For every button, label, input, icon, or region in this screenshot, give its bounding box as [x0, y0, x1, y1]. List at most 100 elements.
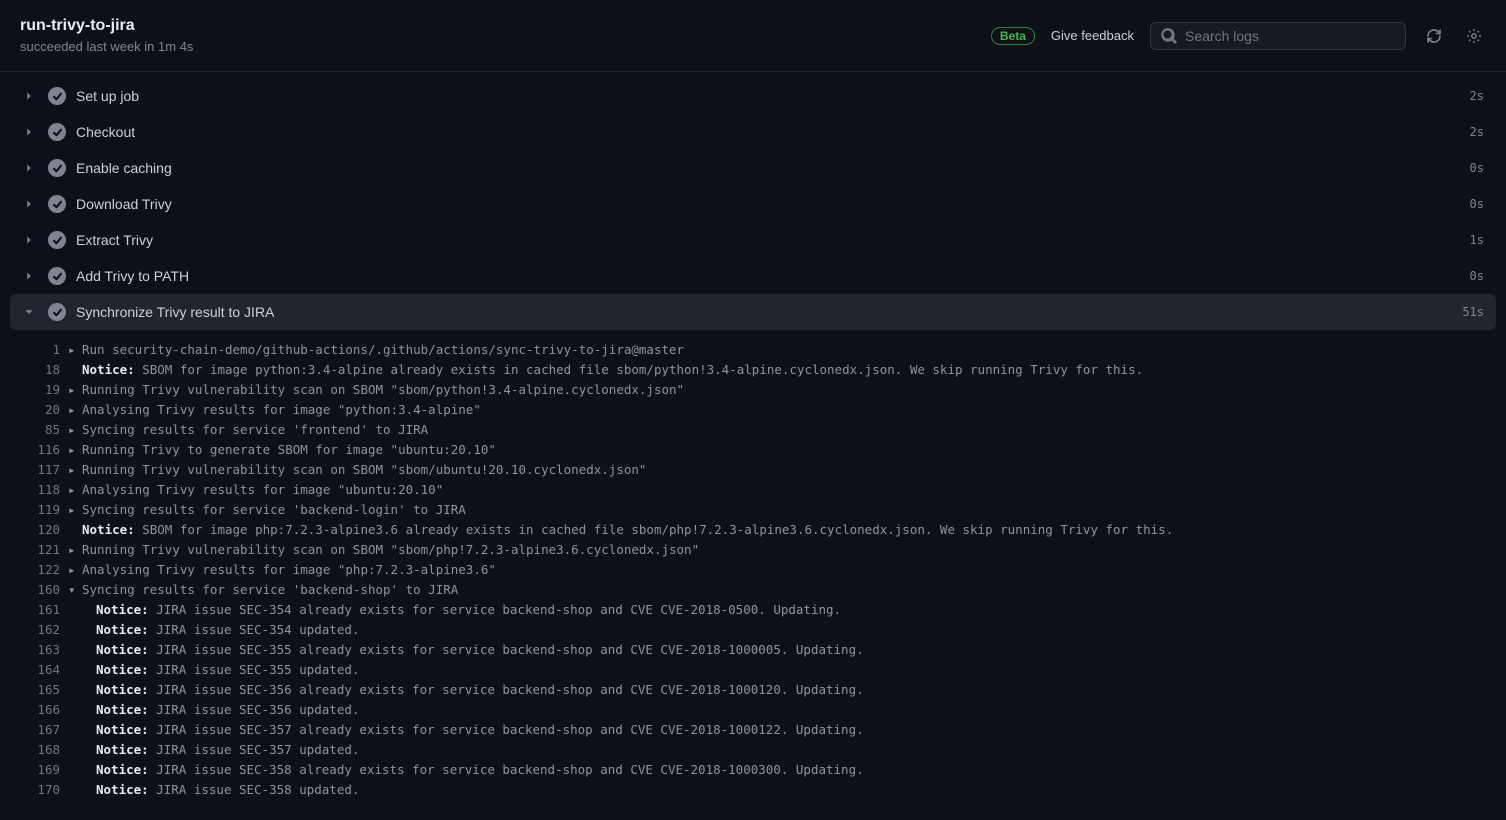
notice-label: Notice:: [96, 722, 149, 737]
triangle-down-icon[interactable]: ▾: [68, 580, 82, 600]
check-circle-icon: [48, 303, 66, 321]
gear-icon: [1466, 28, 1482, 44]
log-line: 122▸Analysing Trivy results for image "p…: [0, 560, 1506, 580]
triangle-right-icon[interactable]: ▸: [68, 500, 82, 520]
line-number: 18: [16, 360, 60, 380]
log-line: 163Notice: JIRA issue SEC-355 already ex…: [0, 640, 1506, 660]
chevron-right-icon: [22, 233, 38, 247]
log-text: Notice: SBOM for image php:7.2.3-alpine3…: [82, 520, 1173, 540]
chevron-right-icon: [22, 89, 38, 103]
step-row[interactable]: Checkout2s: [10, 114, 1496, 150]
page-title: run-trivy-to-jira: [20, 17, 193, 35]
search-logs-box[interactable]: [1150, 22, 1406, 50]
log-message: JIRA issue SEC-357 updated.: [149, 742, 360, 757]
log-message: JIRA issue SEC-358 updated.: [149, 782, 360, 797]
log-line: 116▸Running Trivy to generate SBOM for i…: [0, 440, 1506, 460]
beta-badge: Beta: [991, 27, 1035, 45]
triangle-right-icon[interactable]: ▸: [68, 420, 82, 440]
log-line: 165Notice: JIRA issue SEC-356 already ex…: [0, 680, 1506, 700]
log-line: 118 ▸Analysing Trivy results for image "u…: [0, 480, 1506, 500]
step-title: Add Trivy to PATH: [76, 268, 189, 284]
step-left: Set up job: [22, 87, 139, 105]
notice-label: Notice:: [96, 662, 149, 677]
give-feedback-link[interactable]: Give feedback: [1051, 28, 1134, 43]
step-duration: 51s: [1462, 305, 1484, 319]
line-number: 19: [16, 380, 60, 400]
step-row[interactable]: Enable caching0s: [10, 150, 1496, 186]
log-line: 170Notice: JIRA issue SEC-358 updated.: [0, 780, 1506, 800]
search-input[interactable]: [1185, 28, 1395, 44]
log-line: 168 Notice: JIRA issue SEC-357 updated.: [0, 740, 1506, 760]
notice-label: Notice:: [82, 362, 135, 377]
log-text: Syncing results for service 'backend-sho…: [82, 580, 458, 600]
log-text: Notice: JIRA issue SEC-358 updated.: [96, 780, 359, 800]
line-number: 121: [16, 540, 60, 560]
triangle-right-icon[interactable]: ▸: [68, 400, 82, 420]
log-text: Notice: JIRA issue SEC-355 updated.: [96, 660, 359, 680]
log-message: JIRA issue SEC-355 already exists for se…: [149, 642, 864, 657]
log-line: 166Notice: JIRA issue SEC-356 updated.: [0, 700, 1506, 720]
notice-label: Notice:: [82, 522, 135, 537]
log-text: Notice: JIRA issue SEC-355 already exist…: [96, 640, 864, 660]
chevron-right-icon: [22, 269, 38, 283]
sync-icon: [1426, 28, 1442, 44]
log-text: Analysing Trivy results for image "ubunt…: [82, 480, 443, 500]
step-left: Add Trivy to PATH: [22, 267, 189, 285]
triangle-right-icon[interactable]: ▸: [68, 480, 82, 500]
log-text: Running Trivy vulnerability scan on SBOM…: [82, 460, 646, 480]
notice-label: Notice:: [96, 762, 149, 777]
step-title: Set up job: [76, 88, 139, 104]
log-line: 85▸Syncing results for service 'frontend…: [0, 420, 1506, 440]
log-text: Analysing Trivy results for image "pytho…: [82, 400, 481, 420]
chevron-right-icon: [22, 197, 38, 211]
triangle-right-icon[interactable]: ▸: [68, 380, 82, 400]
log-line: 119▸Syncing results for service 'backend…: [0, 500, 1506, 520]
line-number: 165: [16, 680, 60, 700]
chevron-right-icon: [22, 125, 38, 139]
log-line: 19 ▸Running Trivy vulnerability scan on S…: [0, 380, 1506, 400]
log-line: 169Notice: JIRA issue SEC-358 already ex…: [0, 760, 1506, 780]
log-message: SBOM for image php:7.2.3-alpine3.6 alrea…: [135, 522, 1174, 537]
line-number: 117: [16, 460, 60, 480]
triangle-right-icon[interactable]: ▸: [68, 440, 82, 460]
search-icon: [1161, 28, 1177, 44]
line-number: 166: [16, 700, 60, 720]
line-number: 168: [16, 740, 60, 760]
step-left: Download Trivy: [22, 195, 172, 213]
rerun-button[interactable]: [1422, 24, 1446, 48]
step-row[interactable]: Add Trivy to PATH0s: [10, 258, 1496, 294]
log-line: 18Notice: SBOM for image python:3.4-alpi…: [0, 360, 1506, 380]
line-number: 160: [16, 580, 60, 600]
check-circle-icon: [48, 123, 66, 141]
step-row[interactable]: Download Trivy0s: [10, 186, 1496, 222]
log-text: Run security-chain-demo/github-actions/.…: [82, 340, 684, 360]
settings-button[interactable]: [1462, 24, 1486, 48]
log-line: 160 ▾Syncing results for service 'backend…: [0, 580, 1506, 600]
notice-label: Notice:: [96, 682, 149, 697]
log-line: 1▸Run security-chain-demo/github-actions…: [0, 340, 1506, 360]
triangle-right-icon[interactable]: ▸: [68, 560, 82, 580]
triangle-right-icon[interactable]: ▸: [68, 340, 82, 360]
log-area: 1▸Run security-chain-demo/github-actions…: [0, 336, 1506, 808]
log-text: Syncing results for service 'frontend' t…: [82, 420, 428, 440]
step-row[interactable]: Set up job 2s: [10, 78, 1496, 114]
log-text: Notice: JIRA issue SEC-357 already exist…: [96, 720, 864, 740]
step-row[interactable]: Synchronize Trivy result to JIRA 51s: [10, 294, 1496, 330]
notice-label: Notice:: [96, 742, 149, 757]
triangle-right-icon[interactable]: ▸: [68, 460, 82, 480]
check-circle-icon: [48, 159, 66, 177]
notice-label: Notice:: [96, 602, 149, 617]
step-row[interactable]: Extract Trivy1s: [10, 222, 1496, 258]
header-right: Beta Give feedback: [991, 22, 1486, 50]
page-subtitle: succeeded last week in 1m 4s: [20, 39, 193, 54]
triangle-right-icon[interactable]: ▸: [68, 540, 82, 560]
log-text: Running Trivy vulnerability scan on SBOM…: [82, 380, 684, 400]
step-title: Extract Trivy: [76, 232, 153, 248]
log-line: 121▸Running Trivy vulnerability scan on …: [0, 540, 1506, 560]
step-title: Synchronize Trivy result to JIRA: [76, 304, 274, 320]
notice-label: Notice:: [96, 622, 149, 637]
step-duration: 2s: [1470, 89, 1484, 103]
log-text: Notice: JIRA issue SEC-354 already exist…: [96, 600, 841, 620]
line-number: 118: [16, 480, 60, 500]
log-text: Running Trivy to generate SBOM for image…: [82, 440, 496, 460]
